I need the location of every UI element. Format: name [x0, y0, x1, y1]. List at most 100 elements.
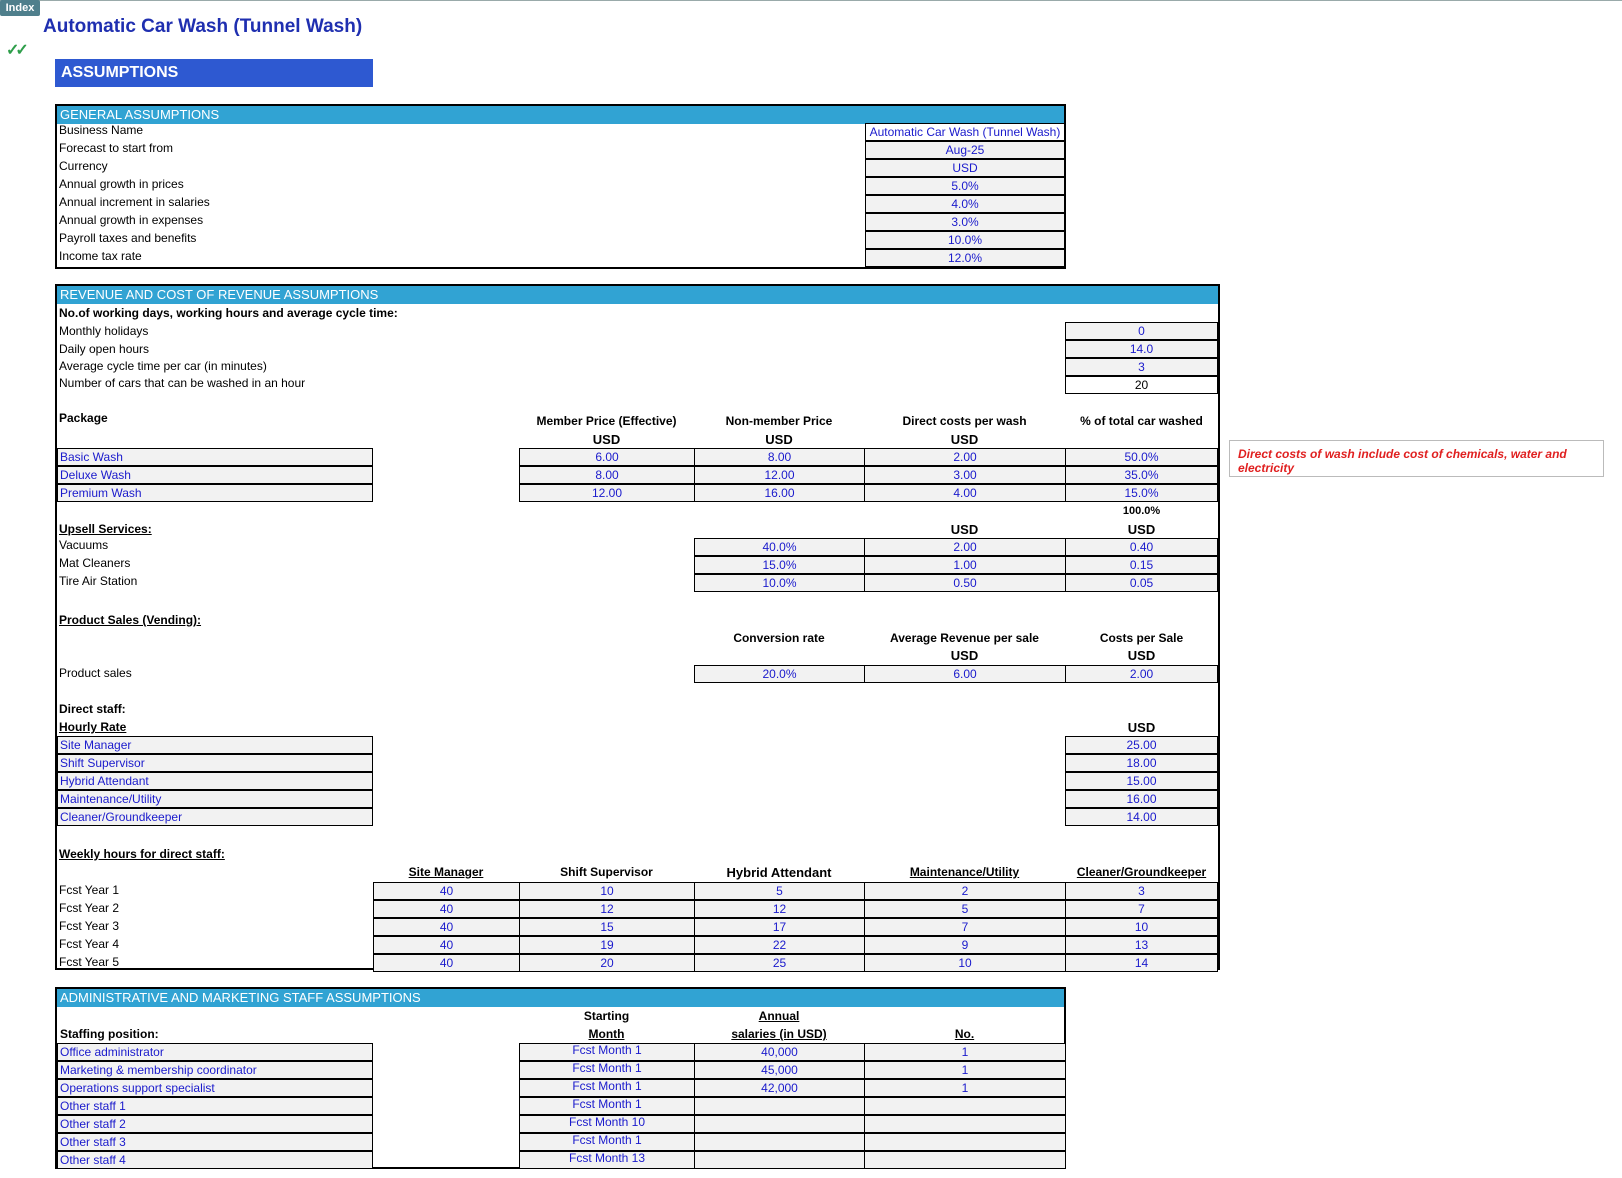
count-input[interactable] [864, 1115, 1066, 1133]
income-tax-input[interactable]: 12.0% [865, 249, 1065, 267]
staff-name[interactable]: Cleaner/Groundkeeper [57, 808, 373, 826]
upsell-cost-input[interactable]: 0.40 [1065, 538, 1218, 556]
salary-input[interactable]: 40,000 [694, 1043, 865, 1061]
member-price-input[interactable]: 8.00 [519, 466, 695, 484]
weekly-hours-input[interactable]: 14 [1065, 954, 1218, 972]
count-input[interactable] [864, 1097, 1066, 1115]
weekly-hours-input[interactable]: 40 [373, 882, 520, 900]
admin-position[interactable]: Office administrator [57, 1043, 373, 1061]
weekly-hours-input[interactable]: 12 [694, 900, 865, 918]
weekly-hours-input[interactable]: 15 [519, 918, 695, 936]
count-input[interactable] [864, 1133, 1066, 1151]
count-input[interactable] [864, 1151, 1066, 1169]
staff-name[interactable]: Shift Supervisor [57, 754, 373, 772]
upsell-cost-input[interactable]: 0.05 [1065, 574, 1218, 592]
weekly-hours-input[interactable]: 3 [1065, 882, 1218, 900]
upsell-rate-input[interactable]: 10.0% [694, 574, 865, 592]
nonmember-price-input[interactable]: 12.00 [694, 466, 865, 484]
pct-washed-input[interactable]: 50.0% [1065, 448, 1218, 466]
member-price-input[interactable]: 12.00 [519, 484, 695, 502]
start-month-input[interactable]: Fcst Month 13 [519, 1151, 695, 1169]
pct-washed-input[interactable]: 35.0% [1065, 466, 1218, 484]
admin-position[interactable]: Other staff 1 [57, 1097, 373, 1115]
member-price-input[interactable]: 6.00 [519, 448, 695, 466]
salary-input[interactable] [694, 1097, 865, 1115]
package-name[interactable]: Basic Wash [57, 448, 373, 466]
hourly-rate-input[interactable]: 14.00 [1065, 808, 1218, 826]
product-revenue-input[interactable]: 6.00 [864, 665, 1066, 683]
monthly-holidays-input[interactable]: 0 [1065, 322, 1218, 340]
admin-position[interactable]: Other staff 4 [57, 1151, 373, 1169]
start-month-input[interactable]: Fcst Month 1 [519, 1079, 695, 1097]
nonmember-price-input[interactable]: 16.00 [694, 484, 865, 502]
weekly-hours-input[interactable]: 9 [864, 936, 1066, 954]
staff-name[interactable]: Maintenance/Utility [57, 790, 373, 808]
weekly-hours-input[interactable]: 25 [694, 954, 865, 972]
salary-increment-input[interactable]: 4.0% [865, 195, 1065, 213]
direct-cost-input[interactable]: 2.00 [864, 448, 1066, 466]
weekly-hours-input[interactable]: 5 [694, 882, 865, 900]
weekly-hours-input[interactable]: 2 [864, 882, 1066, 900]
index-button[interactable]: Index [0, 0, 40, 16]
weekly-hours-input[interactable]: 10 [1065, 918, 1218, 936]
admin-position[interactable]: Other staff 2 [57, 1115, 373, 1133]
package-name[interactable]: Deluxe Wash [57, 466, 373, 484]
product-rate-input[interactable]: 20.0% [694, 665, 865, 683]
weekly-hours-input[interactable]: 7 [1065, 900, 1218, 918]
upsell-price-input[interactable]: 1.00 [864, 556, 1066, 574]
currency-input[interactable]: USD [865, 159, 1065, 177]
count-input[interactable]: 1 [864, 1079, 1066, 1097]
upsell-cost-input[interactable]: 0.15 [1065, 556, 1218, 574]
cycle-time-input[interactable]: 3 [1065, 358, 1218, 376]
weekly-hours-input[interactable]: 17 [694, 918, 865, 936]
start-month-input[interactable]: Fcst Month 10 [519, 1115, 695, 1133]
hourly-rate-input[interactable]: 16.00 [1065, 790, 1218, 808]
payroll-taxes-input[interactable]: 10.0% [865, 231, 1065, 249]
weekly-hours-input[interactable]: 20 [519, 954, 695, 972]
expense-growth-input[interactable]: 3.0% [865, 213, 1065, 231]
weekly-hours-input[interactable]: 40 [373, 954, 520, 972]
package-name[interactable]: Premium Wash [57, 484, 373, 502]
staff-name[interactable]: Site Manager [57, 736, 373, 754]
weekly-hours-input[interactable]: 7 [864, 918, 1066, 936]
hourly-rate-input[interactable]: 18.00 [1065, 754, 1218, 772]
count-input[interactable]: 1 [864, 1043, 1066, 1061]
weekly-hours-input[interactable]: 22 [694, 936, 865, 954]
weekly-hours-input[interactable]: 40 [373, 936, 520, 954]
forecast-start-input[interactable]: Aug-25 [865, 141, 1065, 159]
weekly-hours-input[interactable]: 5 [864, 900, 1066, 918]
weekly-hours-input[interactable]: 10 [519, 882, 695, 900]
pct-washed-input[interactable]: 15.0% [1065, 484, 1218, 502]
weekly-hours-input[interactable]: 13 [1065, 936, 1218, 954]
admin-position[interactable]: Operations support specialist [57, 1079, 373, 1097]
price-growth-input[interactable]: 5.0% [865, 177, 1065, 195]
hourly-rate-input[interactable]: 15.00 [1065, 772, 1218, 790]
salary-input[interactable]: 42,000 [694, 1079, 865, 1097]
direct-cost-input[interactable]: 4.00 [864, 484, 1066, 502]
upsell-price-input[interactable]: 0.50 [864, 574, 1066, 592]
admin-position[interactable]: Marketing & membership coordinator [57, 1061, 373, 1079]
start-month-input[interactable]: Fcst Month 1 [519, 1133, 695, 1151]
nonmember-price-input[interactable]: 8.00 [694, 448, 865, 466]
product-cost-input[interactable]: 2.00 [1065, 665, 1218, 683]
salary-input[interactable] [694, 1151, 865, 1169]
admin-position[interactable]: Other staff 3 [57, 1133, 373, 1151]
staff-name[interactable]: Hybrid Attendant [57, 772, 373, 790]
weekly-hours-input[interactable]: 40 [373, 918, 520, 936]
start-month-input[interactable]: Fcst Month 1 [519, 1043, 695, 1061]
salary-input[interactable] [694, 1115, 865, 1133]
direct-cost-input[interactable]: 3.00 [864, 466, 1066, 484]
upsell-price-input[interactable]: 2.00 [864, 538, 1066, 556]
hourly-rate-input[interactable]: 25.00 [1065, 736, 1218, 754]
salary-input[interactable] [694, 1133, 865, 1151]
upsell-rate-input[interactable]: 15.0% [694, 556, 865, 574]
daily-hours-input[interactable]: 14.0 [1065, 340, 1218, 358]
start-month-input[interactable]: Fcst Month 1 [519, 1097, 695, 1115]
business-name-input[interactable]: Automatic Car Wash (Tunnel Wash) [865, 123, 1065, 141]
weekly-hours-input[interactable]: 12 [519, 900, 695, 918]
salary-input[interactable]: 45,000 [694, 1061, 865, 1079]
count-input[interactable]: 1 [864, 1061, 1066, 1079]
weekly-hours-input[interactable]: 10 [864, 954, 1066, 972]
weekly-hours-input[interactable]: 19 [519, 936, 695, 954]
start-month-input[interactable]: Fcst Month 1 [519, 1061, 695, 1079]
